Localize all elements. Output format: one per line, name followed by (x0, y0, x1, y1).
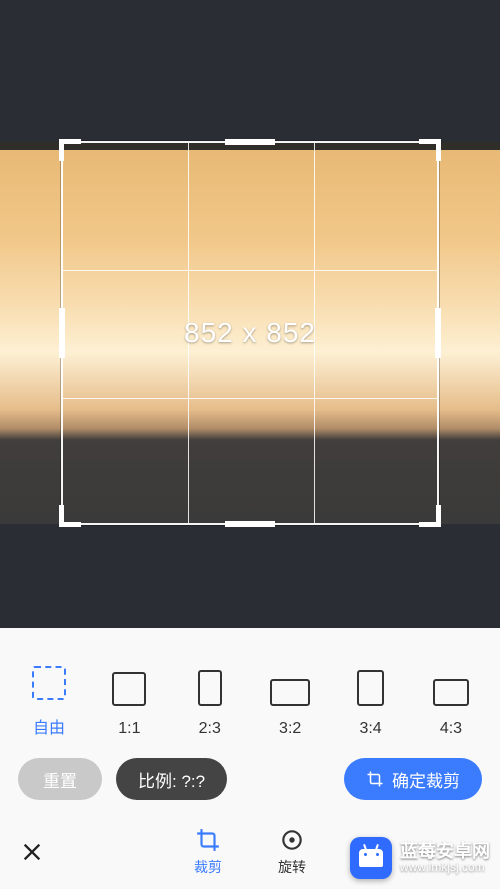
crop-frame[interactable]: 852 x 852 (61, 141, 439, 525)
ratio-option-4-3[interactable]: 4:3 (424, 679, 478, 738)
tab-row: 裁剪 旋转 (0, 815, 500, 889)
crop-handle-top-right[interactable] (419, 139, 441, 161)
bottom-panel: 自由 1:1 2:3 3:2 3:4 4:3 重置 比例: ?:? (0, 628, 500, 889)
ratio-prompt-button[interactable]: 比例: ?:? (116, 758, 227, 800)
ratio-free-label: 自由 (33, 714, 65, 738)
ratio-2-3-label: 2:3 (199, 720, 221, 738)
tab-rotate-label: 旋转 (278, 857, 306, 877)
action-row: 重置 比例: ?:? 确定裁剪 (0, 738, 500, 800)
ratio-option-3-4[interactable]: 3:4 (344, 670, 398, 738)
ratio-option-2-3[interactable]: 2:3 (183, 670, 237, 738)
confirm-crop-button[interactable]: 确定裁剪 (344, 758, 482, 800)
ratio-4-3-label: 4:3 (440, 720, 462, 738)
ratio-free-icon (32, 666, 66, 700)
ratio-option-3-2[interactable]: 3:2 (263, 679, 317, 738)
confirm-crop-label: 确定裁剪 (392, 767, 460, 792)
crop-handle-right[interactable] (435, 308, 441, 358)
aspect-ratio-row: 自由 1:1 2:3 3:2 3:4 4:3 (0, 628, 500, 738)
crop-handle-left[interactable] (59, 308, 65, 358)
tab-crop-label: 裁剪 (194, 857, 222, 877)
rotate-tab-icon (279, 827, 305, 853)
tab-rotate[interactable]: 旋转 (278, 827, 306, 877)
crop-handle-top[interactable] (225, 139, 275, 145)
ratio-3-2-label: 3:2 (279, 720, 301, 738)
close-button[interactable] (0, 815, 64, 889)
crop-icon (366, 770, 384, 788)
crop-handle-top-left[interactable] (59, 139, 81, 161)
ratio-option-free[interactable]: 自由 (22, 666, 76, 738)
ratio-1-1-label: 1:1 (118, 720, 140, 738)
crop-tab-icon (195, 827, 221, 853)
crop-handle-bottom[interactable] (225, 521, 275, 527)
reset-button[interactable]: 重置 (18, 758, 102, 800)
ratio-option-1-1[interactable]: 1:1 (102, 672, 156, 738)
preview-area: 852 x 852 (0, 0, 500, 628)
ratio-3-2-icon (270, 679, 310, 706)
ratio-3-4-icon (357, 670, 384, 706)
crop-dimensions-label: 852 x 852 (63, 143, 437, 523)
crop-handle-bottom-left[interactable] (59, 505, 81, 527)
ratio-2-3-icon (198, 670, 222, 706)
ratio-3-4-label: 3:4 (359, 720, 381, 738)
tab-crop[interactable]: 裁剪 (194, 827, 222, 877)
ratio-4-3-icon (433, 679, 469, 706)
close-icon (21, 841, 43, 863)
crop-handle-bottom-right[interactable] (419, 505, 441, 527)
ratio-1-1-icon (112, 672, 146, 706)
